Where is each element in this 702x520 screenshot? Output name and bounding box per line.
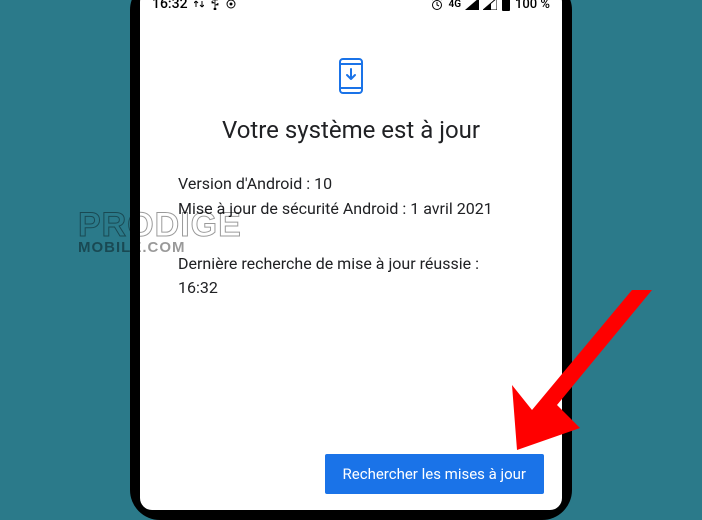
phone-update-icon — [337, 58, 365, 98]
android-version: Version d'Android : 10 — [178, 172, 524, 197]
signal-icon — [465, 0, 479, 10]
notification-icon — [226, 0, 236, 9]
data-activity-icon — [194, 0, 204, 9]
phone-screen: 16:32 4G — [140, 0, 562, 510]
network-type: 4G — [448, 0, 461, 10]
battery-percent: 100 % — [515, 0, 550, 12]
last-check-time: 16:32 — [178, 276, 524, 301]
page-title: Votre système est à jour — [164, 116, 538, 144]
status-bar: 16:32 4G — [140, 0, 562, 18]
usb-icon — [210, 0, 220, 10]
update-content: Votre système est à jour Version d'Andro… — [140, 18, 562, 361]
security-patch: Mise à jour de sécurité Android : 1 avri… — [178, 197, 524, 222]
battery-icon — [501, 0, 511, 11]
phone-frame: 16:32 4G — [130, 0, 572, 520]
system-info: Version d'Android : 10 Mise à jour de sé… — [164, 172, 538, 301]
check-updates-button[interactable]: Rechercher les mises à jour — [325, 454, 544, 494]
last-check-label: Dernière recherche de mise à jour réussi… — [178, 252, 524, 277]
status-time: 16:32 — [152, 0, 188, 12]
alarm-icon — [430, 0, 444, 11]
signal-icon-2 — [483, 0, 497, 10]
